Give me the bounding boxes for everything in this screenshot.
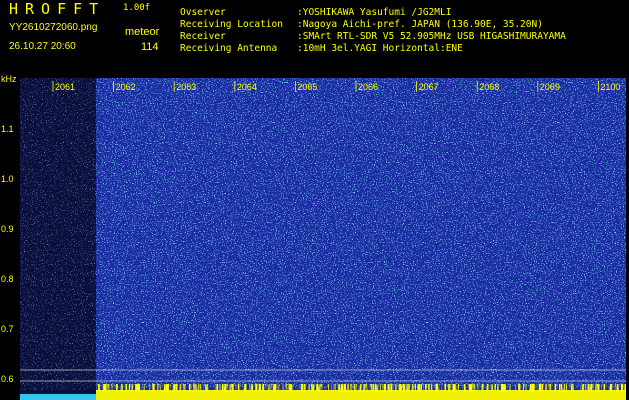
info-key: Receiver xyxy=(180,31,226,42)
spectrum-dark-noise xyxy=(20,78,96,390)
info-value: :Nagoya Aichi-pref. JAPAN (136.90E, 35.2… xyxy=(297,19,543,30)
x-label-2100: 2100 xyxy=(600,82,620,92)
meteor-label: meteor xyxy=(125,26,160,38)
version-label: 1.00f xyxy=(123,3,151,13)
y-label-0-8: 0.8 xyxy=(1,274,14,284)
info-observer: Ovserver :YOSHIKAWA Yasufumi /JG2MLI xyxy=(180,7,451,18)
spectrogram[interactable]: 2061 2062 2063 2064 2065 2066 2067 2068 2069 2100 xyxy=(20,78,626,400)
info-key: Receiving Location xyxy=(180,19,283,30)
y-label-0-9: 0.9 xyxy=(1,224,14,234)
filename-label: YY2610272060.png xyxy=(9,22,98,33)
spectrum-noise xyxy=(96,78,626,388)
y-axis-unit: kHz xyxy=(1,74,17,84)
y-label-0-6: 0.6 xyxy=(1,374,14,384)
x-label-2061: 2061 xyxy=(55,82,75,92)
y-label-1-0: 1.0 xyxy=(1,174,14,184)
info-antenna: Receiving Antenna :10mH 3el.YAGI Horizont… xyxy=(180,43,463,54)
app-title: HROFFT xyxy=(9,0,106,18)
x-label-2065: 2065 xyxy=(297,82,317,92)
x-label-2064: 2064 xyxy=(237,82,257,92)
x-label-2063: 2063 xyxy=(176,82,196,92)
x-label-2068: 2068 xyxy=(479,82,499,92)
level-strip-yellow-noise xyxy=(96,384,626,392)
x-label-2067: 2067 xyxy=(419,82,439,92)
info-key: Ovserver xyxy=(180,7,226,18)
y-label-1-1: 1.1 xyxy=(1,124,14,134)
info-receiver: Receiver :SMArt RTL-SDR V5 52.905MHz USB … xyxy=(180,31,566,42)
x-label-2062: 2062 xyxy=(116,82,136,92)
level-strip-cyan xyxy=(20,394,96,400)
info-value: :YOSHIKAWA Yasufumi /JG2MLI xyxy=(297,7,452,18)
info-value: :SMArt RTL-SDR V5 52.905MHz USB HIGASHIM… xyxy=(297,31,566,42)
info-location: Receiving Location :Nagoya Aichi-pref. JA… xyxy=(180,19,543,30)
info-key: Receiving Antenna xyxy=(180,43,278,54)
meteor-count: 114 xyxy=(141,41,159,53)
y-label-0-7: 0.7 xyxy=(1,324,14,334)
info-value: :10mH 3el.YAGI Horizontal:ENE xyxy=(297,43,463,54)
x-label-2069: 2069 xyxy=(540,82,560,92)
datetime-label: 26.10.27 20:60 xyxy=(9,41,76,52)
x-label-2066: 2066 xyxy=(358,82,378,92)
